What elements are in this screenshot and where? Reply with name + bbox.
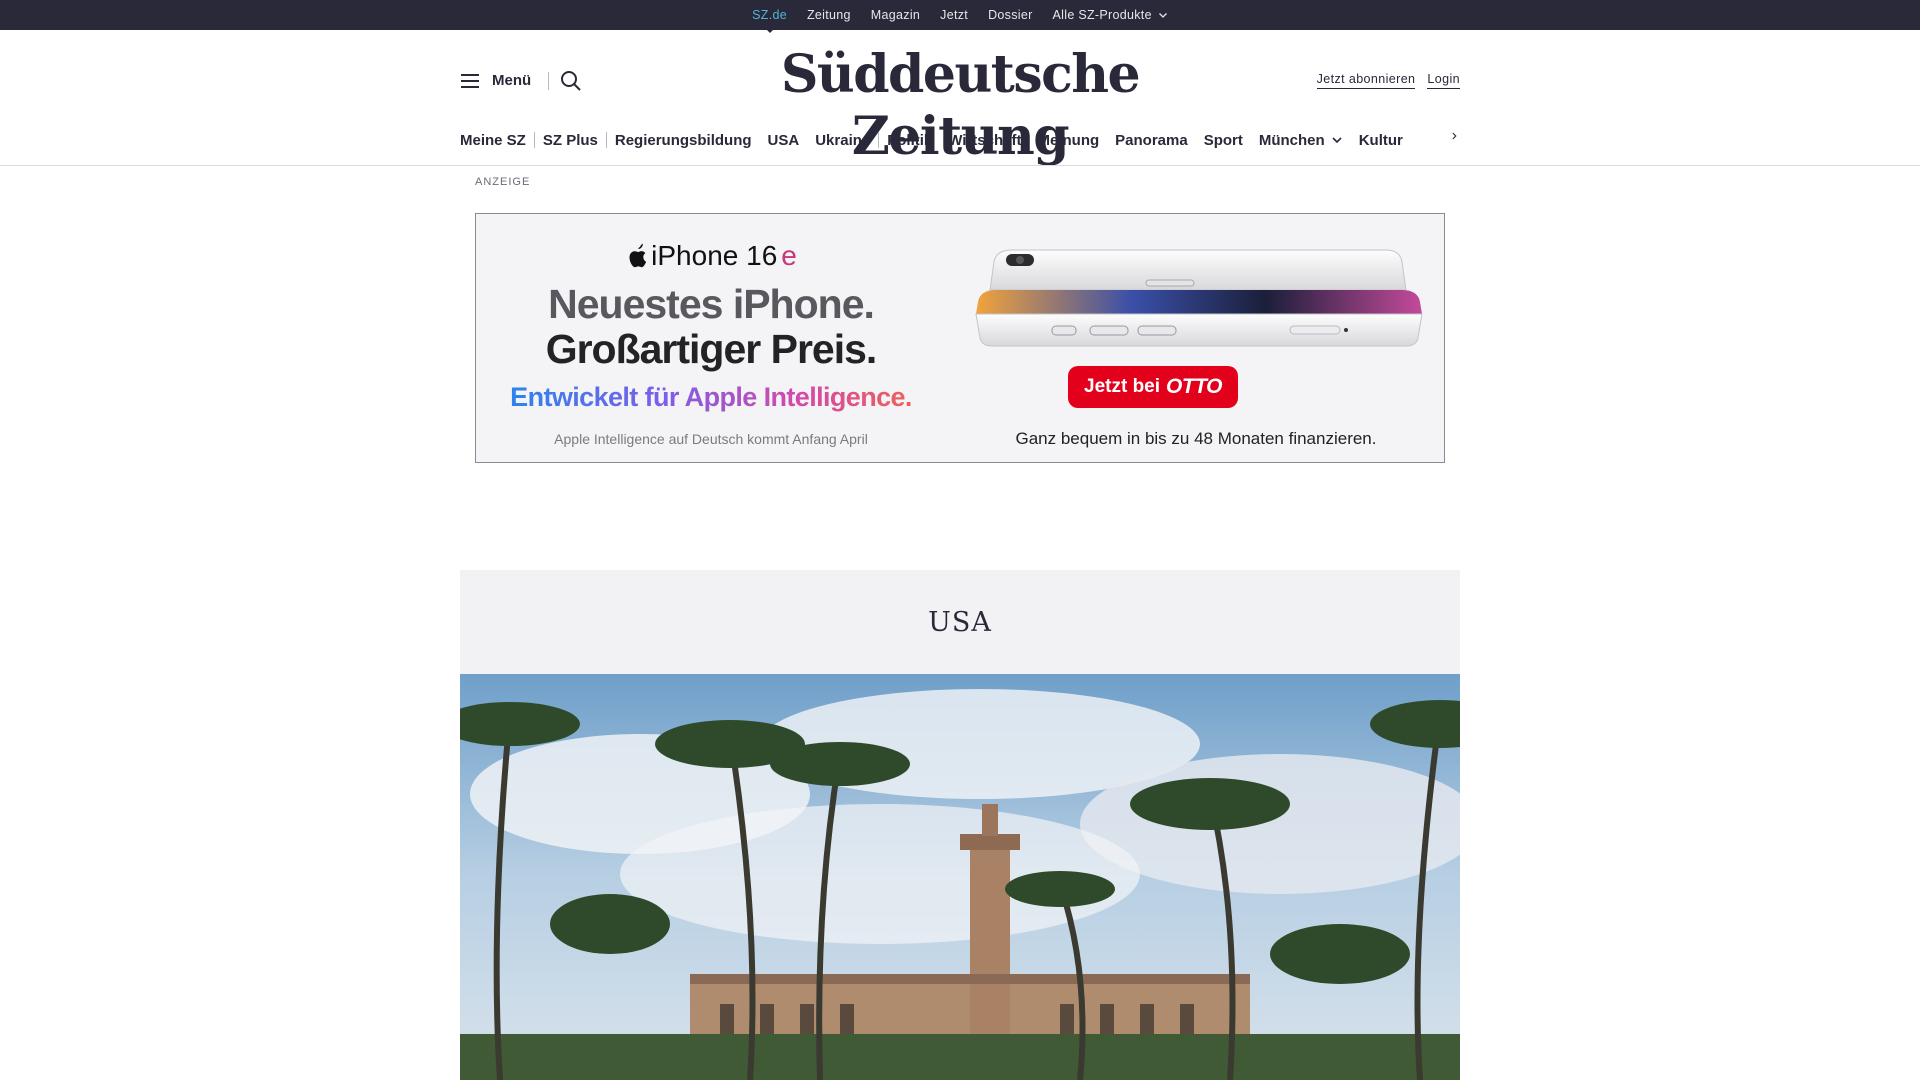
ad-product-name: iPhone 16 e [476, 240, 946, 272]
nav-item-meinung[interactable]: Meinung [1029, 132, 1107, 149]
menu-button[interactable]: Menü [460, 72, 531, 89]
chevron-down-icon [1332, 137, 1342, 144]
nav-item-kultur[interactable]: Kultur [1351, 132, 1411, 149]
chevron-right-icon[interactable] [1448, 130, 1460, 142]
ad-label: ANZEIGE [475, 176, 531, 188]
all-products-label: Alle SZ-Produkte [1052, 8, 1152, 22]
nav-item-ukraine[interactable]: Ukraine [807, 132, 878, 149]
section-header: USA [460, 570, 1460, 674]
topbar-link-szde[interactable]: SZ.de [752, 8, 787, 33]
nav-item-meine-sz[interactable]: Meine SZ [460, 132, 534, 149]
ad-visual: Jetzt bei OTTO Ganz bequem in bis zu 48 … [946, 214, 1446, 464]
ad-product-label: iPhone 16 [651, 240, 778, 271]
ad-copy: iPhone 16 e Neuestes iPhone. Großartiger … [476, 214, 946, 464]
otto-brand-label: OTTO [1166, 375, 1222, 398]
section-nav: Meine SZ SZ Plus Regierungsbildung USA U… [460, 122, 1460, 158]
chevron-down-icon [1158, 13, 1167, 18]
topbar-link-all-products[interactable]: Alle SZ-Produkte [1053, 8, 1168, 22]
search-icon[interactable] [560, 70, 582, 92]
nav-item-wirtschaft[interactable]: Wirtschaft [940, 132, 1029, 149]
subscribe-link[interactable]: Jetzt abonnieren [1316, 72, 1416, 89]
nav-item-sport[interactable]: Sport [1196, 132, 1251, 149]
hero-photo [460, 674, 1460, 1080]
nav-divider-line [0, 165, 1920, 166]
topbar-link-zeitung[interactable]: Zeitung [807, 8, 851, 22]
cta-prefix: Jetzt bei [1084, 376, 1161, 397]
hero-image[interactable] [460, 674, 1460, 1080]
nav-item-muenchen-label: München [1258, 131, 1325, 149]
ad-headline: Neuestes iPhone. Großartiger Preis. [476, 282, 946, 372]
topbar-link-magazin[interactable]: Magazin [871, 8, 920, 22]
nav-item-politik[interactable]: Politik [879, 132, 940, 149]
topbar-link-dossier[interactable]: Dossier [988, 8, 1032, 22]
ad-finance-text: Ganz bequem in bis zu 48 Monaten finanzi… [1015, 429, 1377, 448]
login-link[interactable]: Login [1427, 72, 1460, 89]
ad-headline-line-2: Großartiger Preis. [545, 326, 878, 372]
nav-item-usa[interactable]: USA [760, 132, 808, 149]
apple-logo-icon [629, 243, 647, 268]
nav-item-panorama[interactable]: Panorama [1107, 132, 1196, 149]
site-header: Menü Süddeutsche Zeitung Jetzt abonniere… [460, 30, 1460, 167]
hamburger-icon [461, 73, 479, 88]
ad-intelligence-claim: Entwickelt für Apple Intelligence. [476, 382, 946, 413]
iphone-ad-banner[interactable]: iPhone 16 e Neuestes iPhone. Großartiger … [475, 213, 1445, 463]
account-links: Jetzt abonnieren Login [1316, 72, 1460, 89]
product-bar: SZ.de Zeitung Magazin Jetzt Dossier Alle… [0, 0, 1920, 33]
nav-item-regierungsbildung[interactable]: Regierungsbildung [607, 132, 760, 149]
topbar-link-jetzt[interactable]: Jetzt [940, 8, 968, 22]
iphone-image [975, 249, 1423, 347]
menu-label: Menü [492, 72, 532, 89]
nav-item-sz-plus[interactable]: SZ Plus [535, 132, 606, 149]
header-divider [548, 72, 549, 90]
otto-cta-button[interactable]: Jetzt bei OTTO [1068, 366, 1238, 408]
section-title: USA [928, 606, 992, 638]
ad-headline-line-1: Neuestes iPhone. [548, 281, 875, 327]
ad-footnote: Apple Intelligence auf Deutsch kommt Anf… [554, 431, 868, 447]
ad-product-suffix: e [781, 240, 797, 271]
nav-item-muenchen[interactable]: München [1251, 132, 1351, 149]
